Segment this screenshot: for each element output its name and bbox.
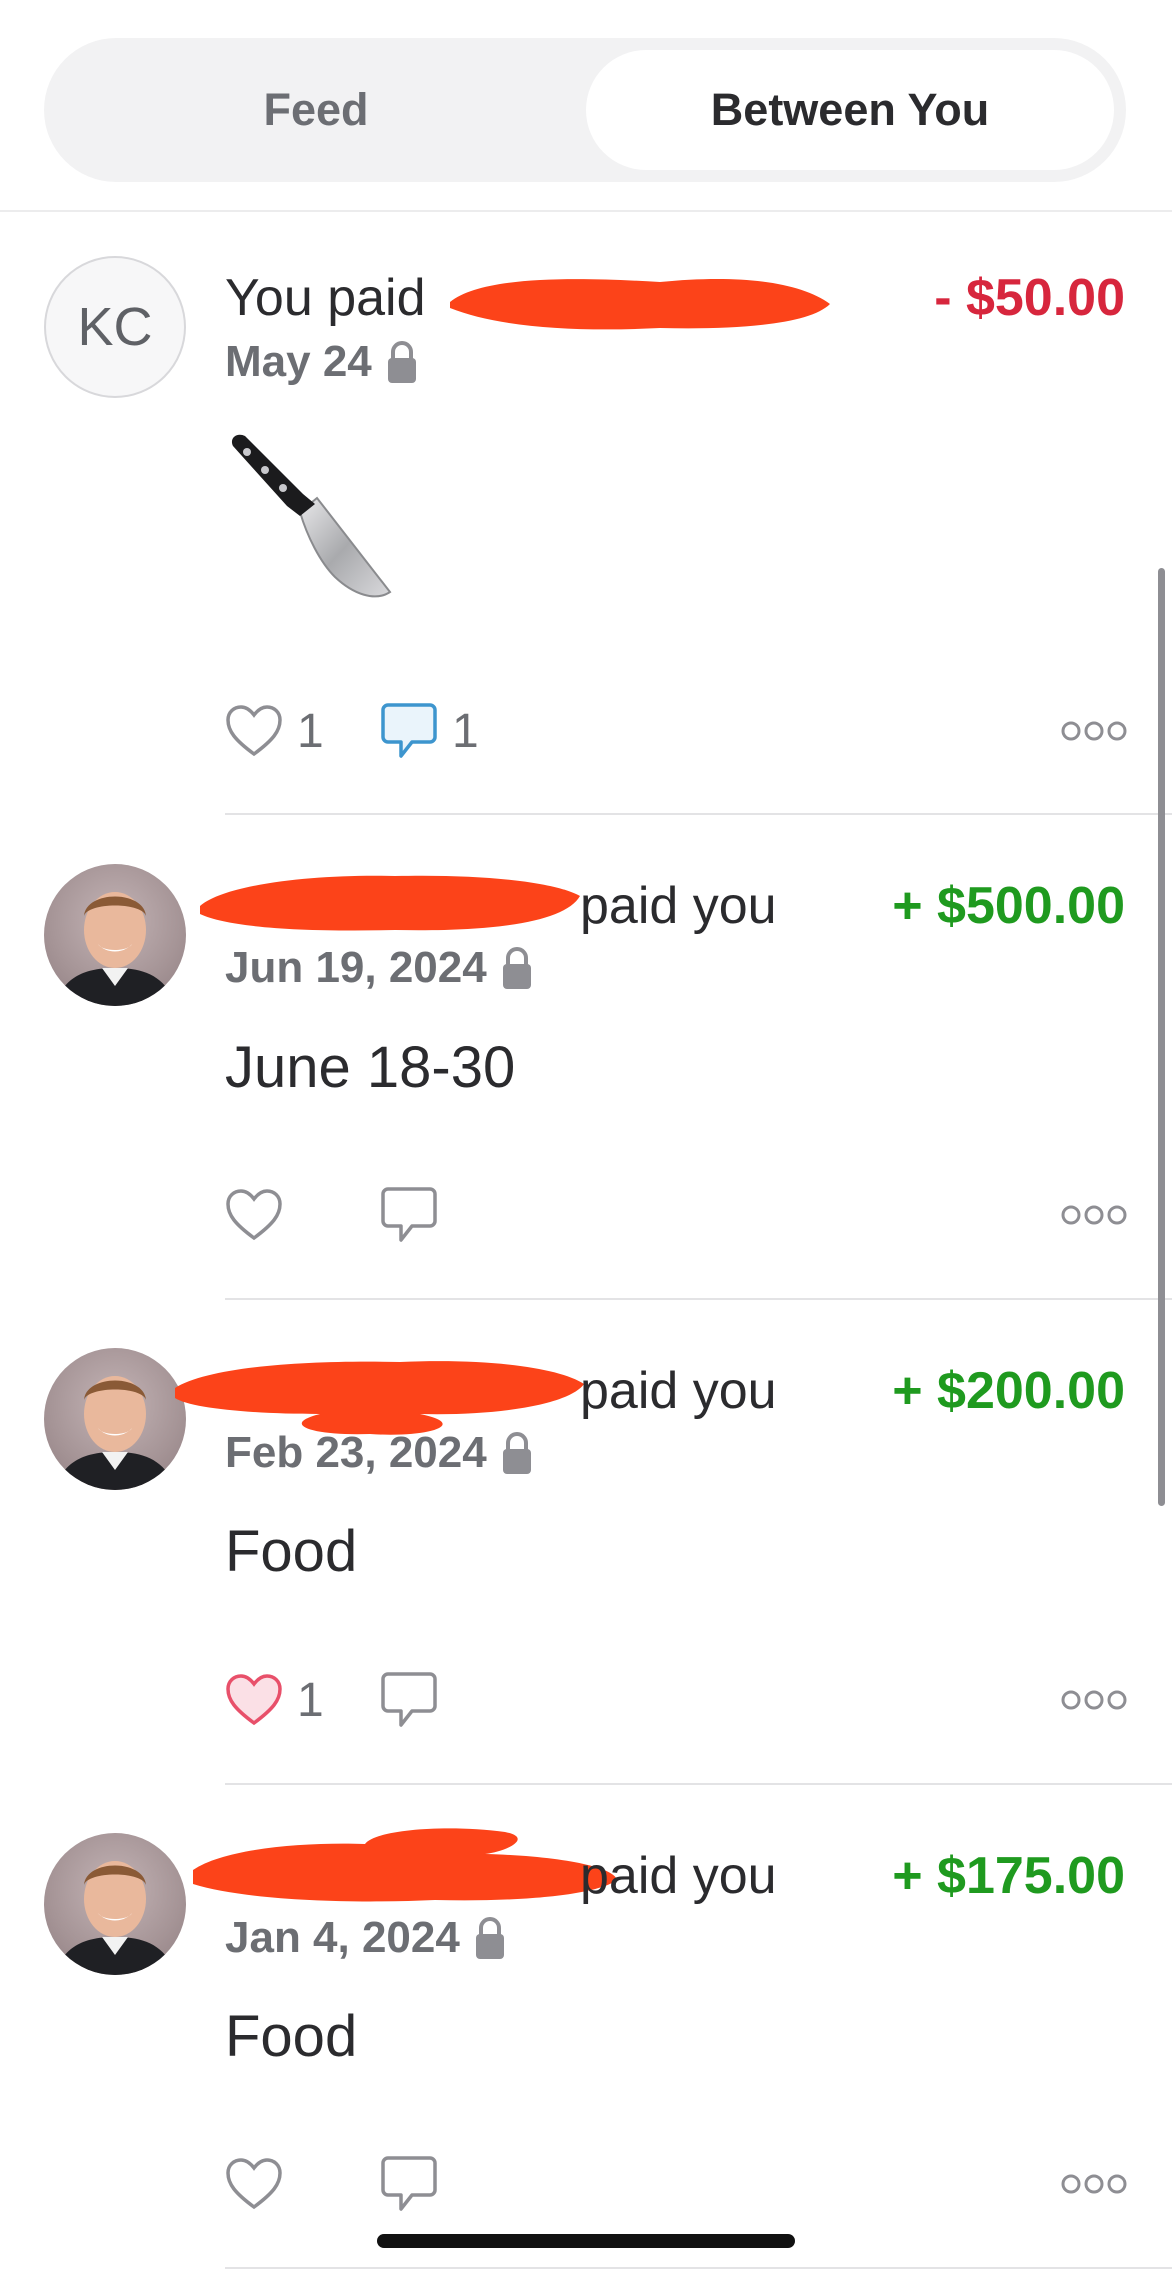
row-divider (225, 1783, 1172, 1785)
avatar[interactable] (44, 864, 186, 1006)
comment-icon (381, 703, 437, 758)
kitchen-knife-icon (231, 434, 392, 598)
comment-icon (381, 1187, 437, 1242)
transaction-amount: + $200.00 (892, 1362, 1125, 1420)
action-bar: 1 (225, 1665, 1128, 1735)
header-divider (0, 210, 1172, 212)
transaction-amount: + $500.00 (892, 877, 1125, 935)
date-text: Feb 23, 2024 (225, 1428, 487, 1477)
like-count: 1 (297, 704, 324, 758)
row-divider (225, 1298, 1172, 1300)
transaction-title-text: paid you (580, 1847, 777, 1905)
comment-button[interactable] (380, 1180, 452, 1250)
profile-photo (54, 892, 176, 1006)
like-button[interactable] (225, 1180, 297, 1250)
action-bar: 1 1 (225, 696, 1128, 766)
more-icon (1061, 1205, 1127, 1225)
transaction-amount: - $50.00 (934, 269, 1125, 327)
transaction-title: paid you (580, 1361, 810, 1421)
transaction-date: Feb 23, 2024 (225, 1428, 533, 1478)
avatar[interactable] (44, 1348, 186, 1490)
transaction-date: Jun 19, 2024 (225, 943, 533, 993)
like-button[interactable]: 1 (225, 1665, 324, 1735)
avatar[interactable] (44, 1833, 186, 1975)
transaction-note: Food (225, 2004, 358, 2069)
comment-button[interactable] (380, 1665, 452, 1735)
lock-icon (502, 947, 531, 989)
like-count: 1 (297, 1673, 324, 1727)
redaction-mark (200, 875, 580, 931)
more-options-button[interactable] (1060, 2149, 1128, 2219)
lock-icon (502, 1432, 531, 1474)
lock-icon (475, 1917, 504, 1959)
action-bar (225, 1180, 1128, 1250)
action-bar (225, 2149, 1128, 2219)
redaction-mark (450, 278, 830, 330)
like-button[interactable]: 1 (225, 696, 324, 766)
heart-icon (226, 705, 282, 757)
comment-icon (381, 2156, 437, 2211)
heart-icon (226, 2158, 282, 2210)
segmented-control: Feed Between You (44, 38, 1126, 182)
transaction-date: Jan 4, 2024 (225, 1913, 506, 1963)
more-options-button[interactable] (1060, 1180, 1128, 1250)
home-indicator[interactable] (377, 2234, 795, 2248)
comment-button[interactable] (380, 2149, 452, 2219)
transaction-amount: + $175.00 (892, 1847, 1125, 1905)
transaction-title: paid you (580, 876, 810, 936)
tab-feed[interactable]: Feed (56, 50, 576, 170)
heart-filled-icon (226, 1674, 282, 1726)
more-options-button[interactable] (1060, 696, 1128, 766)
profile-photo (54, 1861, 176, 1975)
row-divider (225, 2267, 1172, 2269)
tab-between-you[interactable]: Between You (586, 50, 1114, 170)
row-divider (225, 813, 1172, 815)
lock-icon (387, 341, 416, 383)
avatar[interactable]: KC (44, 256, 186, 398)
redaction-mark (193, 1828, 617, 1902)
more-icon (1061, 2174, 1127, 2194)
transaction-date: May 24 (225, 337, 418, 387)
transaction-title: paid you (580, 1846, 810, 1906)
more-options-button[interactable] (1060, 1665, 1128, 1735)
date-text: May 24 (225, 337, 372, 386)
transaction-note: Food (225, 1519, 358, 1584)
scrollbar[interactable] (1158, 568, 1165, 1506)
profile-photo (54, 1376, 176, 1490)
comment-count: 1 (452, 704, 479, 758)
transaction-title-text: paid you (580, 1362, 777, 1420)
comment-icon (381, 1672, 437, 1727)
transaction-note: June 18-30 (225, 1035, 516, 1100)
more-icon (1061, 1690, 1127, 1710)
date-text: Jun 19, 2024 (225, 943, 487, 992)
transaction-title-text: paid you (580, 877, 777, 935)
like-button[interactable] (225, 2149, 297, 2219)
date-text: Jan 4, 2024 (225, 1913, 460, 1962)
comment-button[interactable]: 1 (380, 696, 479, 766)
redaction-mark (175, 1361, 584, 1435)
more-icon (1061, 721, 1127, 741)
transaction-title-text: You paid (225, 269, 426, 327)
heart-icon (226, 1189, 282, 1241)
